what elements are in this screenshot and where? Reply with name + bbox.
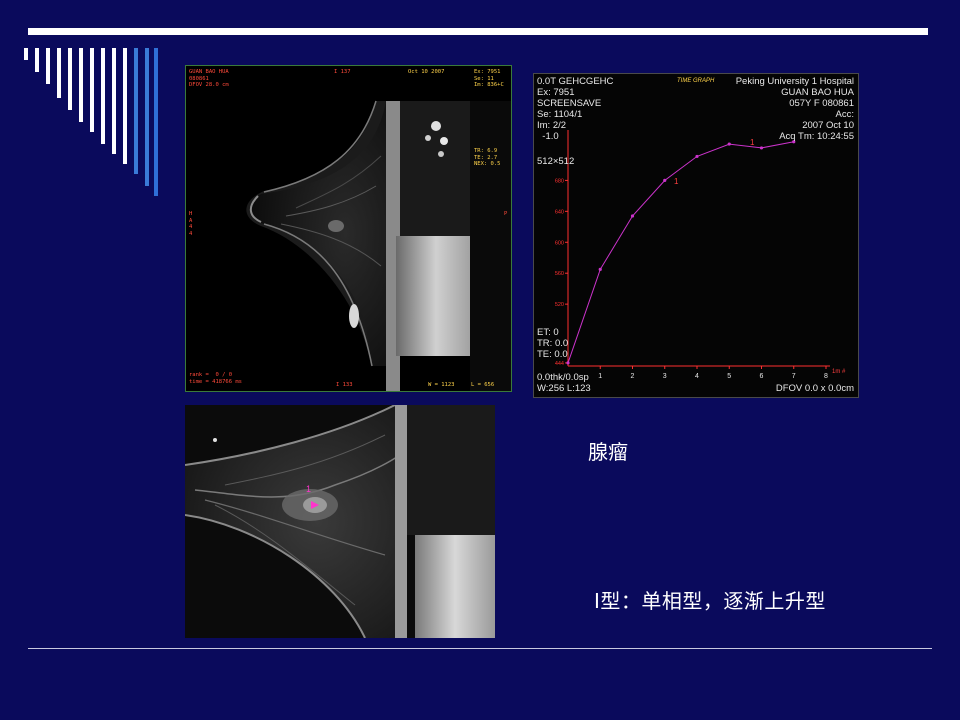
curve-x-tick-label: 1	[598, 373, 602, 380]
curve-y-tick-label: 640	[555, 209, 564, 215]
curve-point	[630, 214, 635, 218]
mri-header-right: Ex: 7951 Se: 11 Im: 836+C	[474, 69, 504, 88]
curve-y-tick-label: 520	[555, 302, 564, 308]
curve-footer-left2: 0.0thk/0.0sp W:256 L:123	[537, 372, 591, 394]
curve-x-tick-label: 7	[792, 373, 796, 380]
mri-footer-left: rank = 0 / 0 time = 418766 ms	[189, 372, 242, 385]
roi-marker-label: 1	[306, 484, 312, 494]
curve-footer-left: ET: 0 TR: 0.0 TE: 0.0	[537, 327, 569, 360]
mri-side-right: P	[504, 211, 508, 217]
curve-point	[663, 178, 667, 182]
curve-x-tick-label: 8	[824, 373, 828, 380]
curve-point	[598, 267, 602, 271]
curve-x-tick-label: 2	[631, 373, 635, 380]
curve-x-unit: 1m #	[832, 369, 846, 375]
mri-header-left: GUAN BAO HUA 080861 DFOV 28.0 cm	[189, 69, 229, 88]
caption-type: Ⅰ型：单相型，逐渐上升型	[594, 589, 826, 613]
curve-point	[759, 146, 764, 150]
mri-sagittal-image: GUAN BAO HUA 080861 DFOV 28.0 cm I 137 O…	[185, 65, 512, 392]
curve-y-tick-label: 560	[555, 271, 564, 277]
curve-footer-right: DFOV 0.0 x 0.0cm	[775, 383, 854, 394]
curve-y-tick-label: 680	[555, 178, 564, 184]
curve-x-tick-label: 6	[760, 373, 764, 380]
mri-side-left: H A 4 4	[189, 211, 193, 237]
mri-footer-w: W = 1123	[428, 382, 455, 388]
mri-zoomed-graphic	[185, 405, 495, 638]
mri-header-slice: I 137	[334, 69, 351, 75]
decorative-stripes	[24, 48, 158, 196]
bottom-rule	[28, 648, 932, 649]
curve-y-tick-label: 444	[555, 361, 564, 367]
curve-point	[695, 154, 699, 159]
curve-header-left: 0.0T GEHCGEHC Ex: 7951 SCREENSAVE Se: 11…	[537, 76, 614, 142]
curve-point	[566, 361, 570, 365]
curve-y-tick-label: 600	[555, 240, 564, 246]
mri-zoomed-image: 1	[185, 405, 495, 638]
curve-x-tick-label: 3	[663, 373, 667, 380]
top-bar	[28, 28, 928, 35]
mri-header-date: Oct 10 2007	[408, 69, 445, 75]
curve-matrix: 512×512	[537, 156, 575, 167]
time-intensity-curve: 1 2 3 4 5 6 7 8 444 520 560 600 640 680 0.0T GEHCGEHC…	[533, 73, 859, 398]
curve-title: TIME GRAPH	[677, 78, 715, 84]
curve-marker-1: 1	[750, 138, 755, 147]
mri-params-right: TR: 6.9 TE: 2.7 NEX: 0.5	[474, 148, 501, 167]
mri-footer-slice: I 133	[336, 382, 353, 388]
mri-sagittal-graphic	[186, 66, 511, 391]
curve-point	[727, 142, 731, 146]
caption-title: 腺瘤	[588, 440, 628, 464]
curve-x-tick-label: 4	[695, 373, 699, 380]
curve-header-right: Peking University 1 Hospital GUAN BAO HU…	[735, 76, 854, 142]
mri-footer-l: L = 656	[471, 382, 495, 388]
curve-x-tick-label: 5	[727, 373, 731, 380]
curve-marker-2: 1	[674, 177, 679, 186]
